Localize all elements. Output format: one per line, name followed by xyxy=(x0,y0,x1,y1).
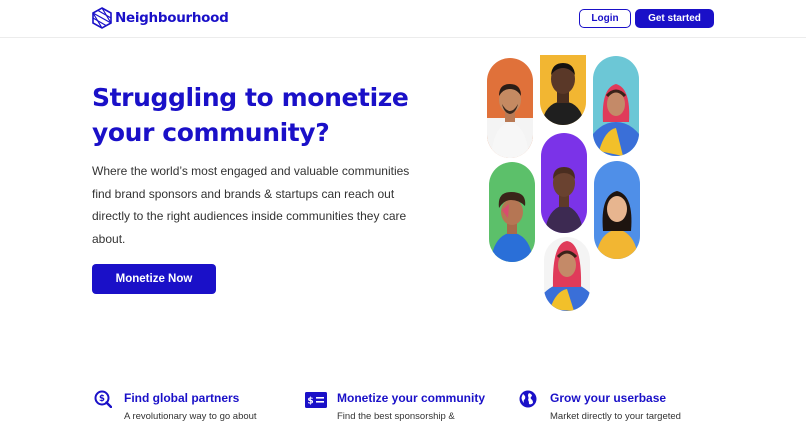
feature-text: Find the best sponsorship & xyxy=(337,411,455,422)
person-avatar-icon xyxy=(545,167,583,233)
hero-title-line1: Struggling to monetize xyxy=(92,83,409,112)
person-avatar-icon xyxy=(596,191,638,259)
get-started-button[interactable]: Get started xyxy=(635,9,714,28)
brand-logo[interactable]: Neighbourhood xyxy=(92,7,229,29)
brand-name: Neighbourhood xyxy=(115,10,229,26)
person-avatar-icon xyxy=(491,192,533,262)
portrait-pill-6 xyxy=(594,161,640,259)
portrait-pill-7 xyxy=(544,237,590,311)
hero-title: Struggling to monetize your community? xyxy=(92,80,452,150)
dollar-card-icon: $ xyxy=(305,392,327,408)
feature-title: Monetize your community xyxy=(337,391,486,405)
monetize-now-button[interactable]: Monetize Now xyxy=(92,264,216,294)
feature-text: A revolutionary way to go about xyxy=(124,411,257,422)
feature-text: Market directly to your targeted xyxy=(550,411,681,422)
top-nav: Neighbourhood Login Get started xyxy=(0,0,806,38)
svg-text:$: $ xyxy=(99,394,105,404)
svg-text:$: $ xyxy=(307,397,313,407)
feature-title: Grow your userbase xyxy=(550,391,667,405)
portrait-pill-5 xyxy=(541,133,587,233)
feature-title: Find global partners xyxy=(124,391,240,405)
login-button[interactable]: Login xyxy=(579,9,631,28)
portrait-pill-1 xyxy=(487,58,533,158)
portrait-pill-2 xyxy=(540,55,586,125)
person-avatar-icon xyxy=(542,63,584,125)
search-dollar-icon: $ xyxy=(94,390,112,408)
person-avatar-icon xyxy=(593,84,639,156)
hero-description: Where the world’s most engaged and valua… xyxy=(92,164,410,246)
portrait-pill-4 xyxy=(489,162,535,262)
hexagon-logo-icon xyxy=(92,7,112,29)
hero-title-line2: your community? xyxy=(92,118,330,147)
globe-icon xyxy=(519,390,537,408)
person-avatar-icon xyxy=(487,84,533,158)
portrait-pill-3 xyxy=(593,56,639,156)
person-avatar-icon xyxy=(544,241,590,311)
